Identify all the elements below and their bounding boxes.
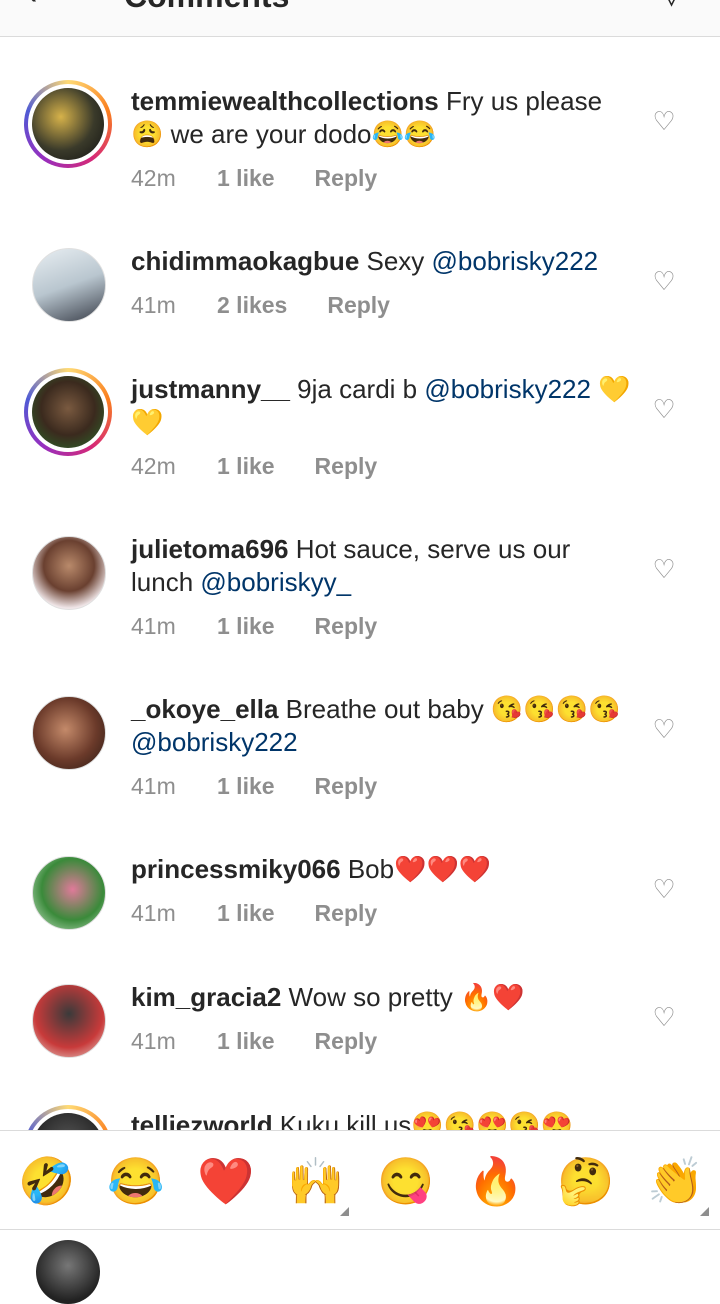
comment-text: princessmiky066 Bob❤️❤️❤️ — [131, 854, 492, 884]
comment-meta: 42m 1 like Reply — [131, 165, 377, 192]
likes-count[interactable]: 1 like — [217, 453, 275, 480]
heart-outline-icon[interactable]: ♡ — [650, 715, 678, 743]
timestamp: 41m — [131, 773, 176, 799]
header-bar: ‹ Comments ▽ — [0, 0, 720, 37]
mention-link[interactable]: @bobrisky222 — [432, 246, 599, 276]
comment-meta: 41m 1 like Reply — [131, 613, 377, 640]
heart-emoji-button[interactable]: ❤️ — [197, 1153, 254, 1209]
page-title: Comments — [124, 0, 289, 15]
timestamp: 41m — [131, 1028, 176, 1054]
reply-button[interactable]: Reply — [315, 613, 378, 640]
raised-hands-emoji-button[interactable]: 🙌 — [287, 1153, 344, 1209]
reply-button[interactable]: Reply — [315, 453, 378, 480]
username[interactable]: princessmiky066 — [131, 854, 341, 884]
comment-text: chidimmaokagbue Sexy @bobrisky222 — [131, 246, 599, 276]
likes-count[interactable]: 1 like — [217, 773, 275, 800]
avatar[interactable] — [24, 1105, 112, 1130]
joy-emoji-button[interactable]: 😂 — [107, 1153, 164, 1209]
reply-button[interactable]: Reply — [315, 900, 378, 927]
share-icon[interactable]: ▽ — [660, 0, 683, 11]
heart-outline-icon[interactable]: ♡ — [650, 395, 678, 423]
rofl-emoji-button[interactable]: 🤣 — [18, 1153, 75, 1209]
username[interactable]: justmanny__ — [131, 374, 290, 404]
heart-outline-icon[interactable]: ♡ — [650, 875, 678, 903]
likes-count[interactable]: 2 likes — [217, 292, 287, 319]
thinking-emoji-button[interactable]: 🤔 — [557, 1153, 614, 1209]
comment-text: telliezworld Kuku kill us😍😘😍😘😍 — [131, 1109, 631, 1130]
comment-text: kim_gracia2 Wow so pretty 🔥❤️ — [131, 982, 525, 1012]
likes-count[interactable]: 1 like — [217, 900, 275, 927]
username[interactable]: _okoye_ella — [131, 694, 278, 724]
variant-indicator-icon — [340, 1207, 349, 1216]
timestamp: 42m — [131, 165, 176, 191]
fire-emoji-button[interactable]: 🔥 — [467, 1153, 524, 1209]
timestamp: 41m — [131, 900, 176, 926]
variant-indicator-icon — [700, 1207, 709, 1216]
timestamp: 42m — [131, 453, 176, 479]
reply-button[interactable]: Reply — [327, 292, 390, 319]
reply-button[interactable]: Reply — [315, 1028, 378, 1055]
current-user-avatar — [36, 1240, 100, 1304]
avatar[interactable] — [24, 80, 112, 168]
quick-emoji-bar: 🤣 😂 ❤️ 🙌 😋 🔥 🤔 👏 — [0, 1130, 720, 1230]
avatar[interactable] — [32, 984, 106, 1058]
comments-list[interactable]: temmiewealthcollections Fry us please 😩 … — [0, 37, 720, 1130]
mention-link[interactable]: @bobriskyy_ — [200, 567, 351, 597]
mention-link[interactable]: @bobrisky222 — [424, 374, 591, 404]
comment-text: justmanny__ 9ja cardi b @bobrisky222 💛💛 — [131, 374, 631, 437]
heart-outline-icon[interactable]: ♡ — [650, 107, 678, 135]
avatar[interactable] — [32, 696, 106, 770]
mention-link[interactable]: @bobrisky222 — [131, 727, 298, 757]
comment-text: julietoma696 Hot sauce, serve us our lun… — [131, 534, 571, 597]
username[interactable]: julietoma696 — [131, 534, 289, 564]
back-arrow-icon[interactable]: ‹ — [26, 0, 37, 13]
username[interactable]: temmiewealthcollections — [131, 86, 439, 116]
likes-count[interactable]: 1 like — [217, 165, 275, 192]
timestamp: 41m — [131, 292, 176, 318]
clap-emoji-button[interactable]: 👏 — [647, 1153, 704, 1209]
username[interactable]: telliezworld — [131, 1110, 273, 1130]
comment-meta: 41m 1 like Reply — [131, 900, 377, 927]
heart-outline-icon[interactable]: ♡ — [650, 555, 678, 583]
reply-button[interactable]: Reply — [315, 773, 378, 800]
username[interactable]: kim_gracia2 — [131, 982, 281, 1012]
yum-emoji-button[interactable]: 😋 — [377, 1153, 434, 1209]
username[interactable]: chidimmaokagbue — [131, 246, 359, 276]
comment-meta: 41m 1 like Reply — [131, 773, 377, 800]
avatar[interactable] — [32, 536, 106, 610]
comment-text: _okoye_ella Breathe out baby 😘😘😘😘@bobris… — [131, 694, 621, 757]
comment-text: temmiewealthcollections Fry us please 😩 … — [131, 86, 603, 149]
avatar[interactable] — [32, 856, 106, 930]
likes-count[interactable]: 1 like — [217, 613, 275, 640]
comment-meta: 41m 2 likes Reply — [131, 292, 390, 319]
avatar[interactable] — [24, 368, 112, 456]
avatar[interactable] — [32, 248, 106, 322]
heart-outline-icon[interactable]: ♡ — [650, 1003, 678, 1031]
comment-meta: 42m 1 like Reply — [131, 453, 377, 480]
comment-meta: 41m 1 like Reply — [131, 1028, 377, 1055]
reply-button[interactable]: Reply — [315, 165, 378, 192]
timestamp: 41m — [131, 613, 176, 639]
heart-outline-icon[interactable]: ♡ — [650, 267, 678, 295]
likes-count[interactable]: 1 like — [217, 1028, 275, 1055]
